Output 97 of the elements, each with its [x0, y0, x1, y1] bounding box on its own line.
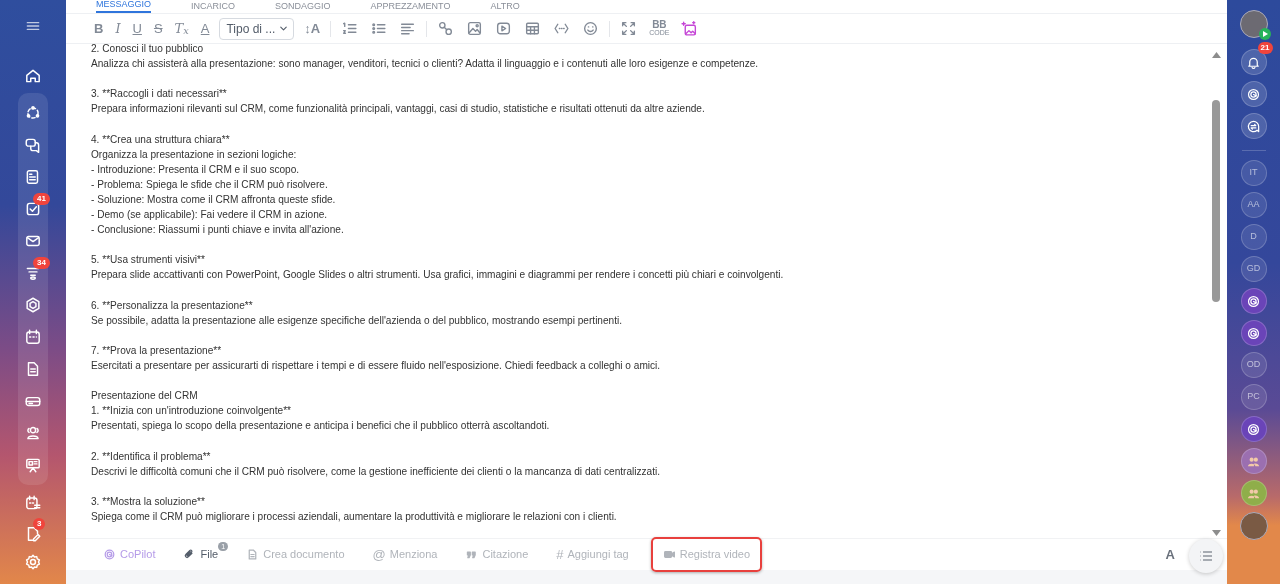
caret-icon [278, 23, 290, 34]
text-line: Organizza la presentazione in sezioni logiche: [91, 147, 298, 162]
scroll-down-icon[interactable] [1211, 530, 1221, 536]
style-select[interactable]: Tipo di ... [219, 17, 295, 40]
tab[interactable]: APPREZZAMENTO [370, 1, 451, 13]
sparkle-image-icon[interactable] [681, 20, 699, 37]
copilot-chat-button[interactable] [1240, 416, 1267, 442]
bold-button[interactable]: B [92, 20, 106, 37]
text-line: 7. **Prova la presentazione** [91, 343, 223, 358]
group-chat-avatar[interactable] [1240, 480, 1267, 506]
avatar-placeholder[interactable] [1239, 10, 1268, 38]
quote-button[interactable]: Citazione [459, 542, 535, 567]
camera-icon [662, 548, 676, 561]
quote-icon [465, 548, 479, 561]
copilot-chat-button[interactable] [1240, 320, 1267, 346]
tab[interactable]: SONDAGGIO [275, 1, 331, 13]
calendar-list-icon[interactable] [24, 493, 42, 512]
action-button[interactable]: @ Menziona [366, 540, 444, 569]
copilot-button[interactable]: CoPilot [97, 542, 162, 567]
text-line: Prepara slide accattivanti con PowerPoint, Google Slides o altri strumenti. Usa grafici, immagini e diagrammi per rendere i concetti più chiari e coinvolgenti. [91, 268, 785, 283]
copilot-icon [103, 548, 116, 561]
list-icon [1198, 548, 1214, 564]
copilot-icon [1246, 293, 1261, 309]
copilot-button[interactable] [1240, 81, 1267, 107]
tab[interactable]: MESSAGGIO [96, 0, 151, 13]
group-chat-avatar[interactable] [1240, 448, 1267, 474]
video-icon[interactable] [495, 20, 513, 37]
text-line: Esercitati a presentare per assicurarti di rispettare i tempi e di essere fluido nell'esposizione. Chiedi feedback a colleghi o amici. [91, 358, 662, 373]
text-line: Descrivi le difficoltà comuni che il CRM può risolvere, come la gestione inefficiente dei clienti o la mancanza di dati centralizzati. [91, 464, 662, 479]
table-icon[interactable] [524, 20, 542, 37]
text-line: 5. **Usa strumenti visivi** [91, 253, 206, 268]
count-badge: 21 [1257, 42, 1273, 54]
text-line: - Conclusione: Riassumi i punti chiave e invita all'azione. [91, 223, 345, 238]
text-line: Presentati, spiega lo scopo della presentazione e anticipa i benefici che il pubblico otterrà ascoltandoti. [91, 419, 551, 434]
count-badge: 3 [33, 518, 46, 530]
document-button[interactable]: Crea documento [240, 542, 351, 567]
tab[interactable]: ALTRO [490, 1, 520, 13]
link-icon[interactable] [437, 20, 455, 37]
numbered-list-icon[interactable] [341, 20, 359, 37]
chat-avatar[interactable]: PC [1240, 384, 1267, 410]
text-line: Prepara informazioni rilevanti sul CRM, come funzionalità principali, vantaggi, casi di studio, statistiche e risultati ottenuti da altre aziende. [91, 102, 706, 117]
tab[interactable]: INCARICO [191, 1, 236, 13]
chat-avatar[interactable]: AA [1240, 192, 1267, 218]
font-size-button[interactable]: ↕A [302, 20, 323, 37]
settings-icon[interactable] [24, 552, 42, 571]
copilot-chat-button[interactable] [1240, 288, 1267, 314]
image-icon[interactable] [466, 20, 484, 37]
chat-icon[interactable] [24, 136, 42, 154]
chat-avatar[interactable]: GD [1240, 256, 1267, 282]
text-line: 1. **Inizia con un'introduzione coinvolgente** [91, 404, 292, 419]
copilot-icon [1246, 325, 1261, 341]
strikethrough-button[interactable]: S [151, 20, 165, 37]
underline-button[interactable]: U [130, 20, 144, 37]
chat-avatar[interactable]: OD [1240, 352, 1267, 378]
copilot-icon [1246, 421, 1261, 437]
text-line: Se possibile, adatta la presentazione alle esigenze specifiche dell'azienda o del pubblico, mostrando esempi pertinenti. [91, 313, 624, 328]
text-line: - Soluzione: Mostra come il CRM affronta queste sfide. [91, 192, 337, 207]
text-line: - Demo (se applicabile): Fai vedere il CRM in azione. [91, 208, 329, 223]
text-line: Presentazione del CRM [91, 389, 199, 404]
text-line: 3. **Mostra la soluzione** [91, 494, 206, 509]
scroll-up-icon[interactable] [1211, 52, 1221, 58]
chat-avatar[interactable]: IT [1240, 160, 1267, 186]
presentation-board-icon[interactable] [24, 456, 42, 474]
video-button[interactable]: Registra video [650, 537, 763, 572]
text-line: - Introduzione: Presenta il CRM e il suo scopo. [91, 162, 301, 177]
emoji-icon[interactable] [582, 20, 600, 37]
scrollbar-thumb[interactable] [1212, 100, 1220, 302]
checkbox-icon[interactable] [24, 200, 42, 218]
text-line: 2. Conosci il tuo pubblico [91, 44, 205, 56]
fullscreen-icon[interactable] [620, 20, 638, 37]
copilot-icon [1246, 86, 1261, 102]
text-line: 4. **Crea una struttura chiara** [91, 132, 231, 147]
action-button[interactable]: # Aggiungi tag [550, 540, 635, 569]
chat-sync-icon [1246, 118, 1261, 134]
text-color-button[interactable]: A [198, 20, 212, 37]
text-format-button[interactable]: A [1159, 543, 1181, 566]
text-line: 6. **Personalizza la presentazione** [91, 298, 254, 313]
bullet-list-icon[interactable] [370, 20, 388, 37]
count-badge: 41 [33, 193, 50, 205]
chat-avatar[interactable]: D [1240, 224, 1267, 250]
people-icon[interactable] [24, 424, 42, 442]
avatar-placeholder[interactable] [1239, 512, 1268, 540]
italic-button[interactable]: I [113, 20, 123, 37]
clear-format-button[interactable]: T$_{x}$ [172, 20, 191, 37]
play-badge-icon [1258, 28, 1271, 40]
dotted-circle-icon[interactable] [24, 104, 42, 122]
text-line: Spiega come il CRM può migliorare i processi aziendali, aumentare la produttività e migliorare le relazioni con i clienti. [91, 509, 618, 524]
text-line: Analizza chi assisterà alla presentazione: sono manager, venditori, tecnici o clienti? Adatta il linguaggio e i contenuti alle loro esigenze e competenze. [91, 57, 760, 72]
text-line: 3. **Raccogli i dati necessari** [91, 87, 228, 102]
hexagon-icon[interactable] [24, 296, 42, 314]
text-line: - Problema: Spiega le sfide che il CRM può risolvere. [91, 177, 329, 192]
calendar-icon[interactable] [24, 328, 42, 346]
chat-button[interactable] [1240, 113, 1267, 139]
notification-button[interactable] [1240, 49, 1267, 75]
list-menu-button[interactable] [1189, 539, 1223, 573]
text-line: 2. **Identifica il problema** [91, 449, 212, 464]
count-badge: 34 [33, 257, 50, 269]
